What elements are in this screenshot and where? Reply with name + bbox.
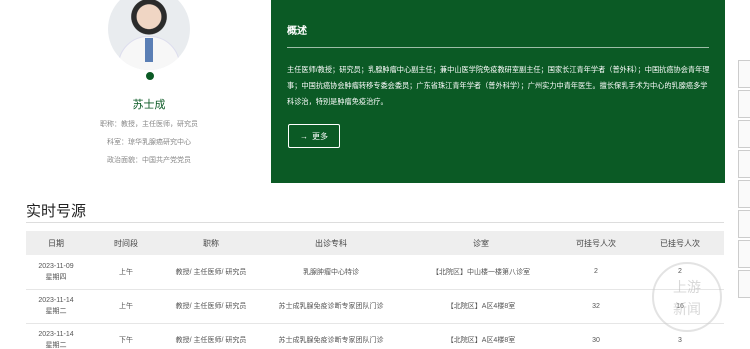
room-cell: 【北院区】A区4楼8室 — [406, 289, 556, 324]
col-date: 日期 — [48, 238, 64, 248]
doctor-name: 苏士成 — [132, 99, 166, 111]
col-booked: 已挂号人次 — [660, 238, 700, 248]
date-cell: 2023-11-14 星期二 — [26, 289, 86, 324]
doctor-department: 科室：琼华乳腺癌研究中心 — [107, 139, 191, 146]
table-row[interactable]: 2023-11-14 星期二 下午 教授/ 主任医师/ 研究员 苏士成乳腺免疫诊断… — [26, 323, 724, 349]
overview-panel: 概述 主任医师/教授；研究员；乳腺肿瘤中心副主任；兼中山医学院免疫教研室副主任；… — [271, 0, 725, 183]
more-label: 更多 — [312, 131, 328, 141]
watermark-logo: 上游 新闻 — [652, 262, 722, 332]
side-tool-button[interactable] — [738, 240, 750, 268]
room-cell: 【北院区】中山楼一楼第八诊室 — [406, 255, 556, 290]
period-cell: 上午 — [86, 289, 166, 324]
side-tool-button[interactable] — [738, 180, 750, 208]
schedule-divider — [26, 222, 724, 223]
rank-cell: 教授/ 主任医师/ 研究员 — [166, 289, 256, 324]
available-cell: 32 — [556, 289, 636, 324]
period-cell: 下午 — [86, 323, 166, 349]
date-cell: 2023-11-14 星期二 — [26, 323, 86, 349]
col-available: 可挂号人次 — [576, 238, 616, 248]
specialty-cell: 苏士成乳腺免疫诊断专家团队门诊 — [256, 289, 406, 324]
date-cell: 2023-11-09 星期四 — [26, 255, 86, 290]
period-cell: 上午 — [86, 255, 166, 290]
overview-text: 主任医师/教授；研究员；乳腺肿瘤中心副主任；兼中山医学院免疫教研室副主任；国家长… — [287, 65, 710, 106]
side-tool-button[interactable] — [738, 270, 750, 298]
arrow-right-icon: → — [300, 131, 308, 141]
col-period: 时间段 — [114, 238, 138, 248]
room-cell: 【北院区】A区4楼8室 — [406, 323, 556, 349]
doctor-avatar — [108, 0, 190, 70]
rank-cell: 教授/ 主任医师/ 研究员 — [166, 323, 256, 349]
side-tool-button[interactable] — [738, 90, 750, 118]
available-cell: 30 — [556, 323, 636, 349]
side-tool-button[interactable] — [738, 60, 750, 88]
doctor-party: 政治面貌：中国共产党党员 — [107, 157, 191, 164]
rank-cell: 教授/ 主任医师/ 研究员 — [166, 255, 256, 290]
side-toolbar — [738, 60, 750, 300]
schedule-title: 实时号源 — [26, 203, 87, 220]
col-specialty: 出诊专科 — [315, 238, 347, 248]
side-tool-button[interactable] — [738, 210, 750, 238]
overview-heading: 概述 — [287, 26, 307, 37]
schedule-table: 日期 时间段 职称 出诊专科 诊室 可挂号人次 已挂号人次 2023-11-09… — [26, 231, 724, 349]
status-dot — [144, 70, 156, 82]
col-room: 诊室 — [473, 238, 489, 248]
doctor-title: 职称：教授，主任医师，研究员 — [100, 121, 198, 128]
table-row[interactable]: 2023-11-14 星期二 上午 教授/ 主任医师/ 研究员 苏士成乳腺免疫诊断… — [26, 289, 724, 324]
side-tool-button[interactable] — [738, 150, 750, 178]
more-button[interactable]: → 更多 — [288, 124, 340, 148]
available-cell: 2 — [556, 255, 636, 290]
specialty-cell: 苏士成乳腺免疫诊断专家团队门诊 — [256, 323, 406, 349]
col-rank: 职称 — [203, 238, 219, 248]
side-tool-button[interactable] — [738, 120, 750, 148]
overview-divider — [287, 47, 709, 48]
table-header-row: 日期 时间段 职称 出诊专科 诊室 可挂号人次 已挂号人次 — [26, 231, 724, 255]
table-row[interactable]: 2023-11-09 星期四 上午 教授/ 主任医师/ 研究员 乳腺肿瘤中心特诊 … — [26, 255, 724, 290]
specialty-cell: 乳腺肿瘤中心特诊 — [256, 255, 406, 290]
doctor-profile: 苏士成 职称：教授，主任医师，研究员 科室：琼华乳腺癌研究中心 政治面貌：中国共… — [60, 0, 260, 180]
